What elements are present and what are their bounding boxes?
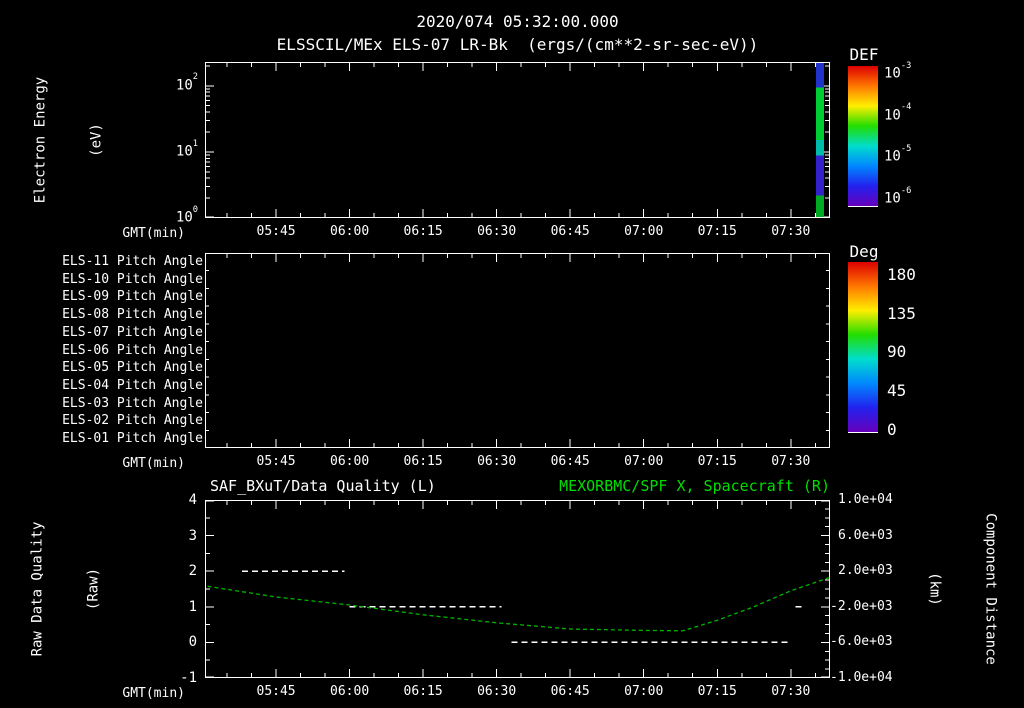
x-tick-label: 06:15 [403,684,443,699]
def-colorbar-title: DEF [849,45,879,64]
energy-tick-label: 102 [175,72,198,94]
deg-colorbar-tick-label: 180 [887,264,916,284]
pitch-row-label: ELS-07 Pitch Angle [62,324,203,340]
pitch-row-label: ELS-09 Pitch Angle [62,289,203,305]
timestamp: 2020/074 05:32:00.000 [416,12,619,31]
x-tick-label: 05:45 [256,454,296,469]
gmt-axis-label-2: GMT(min) [122,456,185,471]
def-colorbar [848,66,878,207]
quality-tick-label: -1 [180,670,197,686]
x-tick-label: 06:30 [477,224,517,239]
deg-colorbar-tick-label: 0 [887,419,897,439]
x-tick-label: 07:15 [697,454,737,469]
electron-energy-axis-label: Electron Energy (eV) [0,77,145,203]
distance-tick-label: 6.0e+03 [838,527,893,543]
quality-distance-panel [205,500,830,678]
def-colorbar-tick-label: 10-3 [884,60,912,82]
energy-tick-label: 101 [175,138,198,160]
def-colorbar-tick-label: 10-5 [884,144,912,166]
deg-colorbar [848,262,878,433]
x-tick-label: 06:15 [403,224,443,239]
deg-colorbar-tick-label: 135 [887,303,916,323]
distance-tick-label: -1.0e+04 [830,670,893,685]
quality-series-title: SAF_BXuT/Data Quality (L) [210,477,436,495]
axis-label-line: (eV) [88,123,105,157]
def-colorbar-tick-label: 10-6 [884,185,912,207]
x-tick-label: 06:00 [330,454,370,469]
pitch-row-label: ELS-05 Pitch Angle [62,360,203,376]
distance-tick-label: -2.0e+03 [830,598,893,614]
axis-label-line: Raw Data Quality [29,521,46,657]
pitch-angle-panel [205,253,830,448]
x-tick-label: 07:30 [771,454,811,469]
axis-label-line: Electron Energy [32,76,49,204]
energy-tick-label: 100 [175,204,198,226]
spacecraft-series-title: MEXORBMC/SPF X, Spacecraft (R) [559,477,830,495]
x-tick-label: 05:45 [256,684,296,699]
x-tick-label: 07:00 [624,454,664,469]
pitch-row-label: ELS-03 Pitch Angle [62,395,203,411]
x-tick-label: 06:45 [550,224,590,239]
x-tick-label: 06:30 [477,684,517,699]
x-tick-label: 07:30 [771,224,811,239]
pitch-row-label: ELS-06 Pitch Angle [62,342,203,358]
x-tick-label: 07:15 [697,224,737,239]
x-tick-label: 07:15 [697,684,737,699]
quality-tick-label: 4 [188,492,197,508]
pitch-row-label: ELS-10 Pitch Angle [62,271,203,287]
x-tick-label: 07:00 [624,224,664,239]
gmt-axis-label-3: GMT(min) [122,686,185,701]
els-quicklook-screen: 2020/074 05:32:00.000 ELSSCIL/MEx ELS-07… [0,0,1024,708]
quality-tick-label: 3 [188,527,197,544]
axis-label-line: (Raw) [85,567,102,611]
pitch-row-label: ELS-02 Pitch Angle [62,413,203,429]
quality-tick-label: 2 [188,563,197,580]
x-tick-label: 06:30 [477,454,517,469]
x-tick-label: 06:15 [403,454,443,469]
pitch-row-label: ELS-11 Pitch Angle [62,253,203,269]
distance-tick-label: 2.0e+03 [838,563,893,579]
x-tick-label: 06:00 [330,224,370,239]
pitch-row-label: ELS-01 Pitch Angle [62,431,203,447]
distance-tick-label: -6.0e+03 [830,634,893,650]
x-tick-label: 06:45 [550,684,590,699]
quality-tick-label: 1 [188,598,197,615]
x-tick-label: 07:30 [771,684,811,699]
spectrogram-panel [205,62,830,218]
deg-colorbar-tick-label: 90 [887,342,907,362]
axis-label-line: (km) [926,572,943,606]
raw-data-quality-axis-label: Raw Data Quality (Raw) [0,522,142,657]
gmt-axis-label-1: GMT(min) [122,226,185,241]
def-colorbar-tick-label: 10-4 [884,102,912,124]
deg-colorbar-title: Deg [849,242,879,261]
x-tick-label: 06:00 [330,684,370,699]
distance-tick-label: 1.0e+04 [838,492,893,507]
x-tick-label: 06:45 [550,454,590,469]
pitch-row-label: ELS-08 Pitch Angle [62,307,203,323]
deg-colorbar-tick-label: 45 [887,381,907,401]
axis-label-line: Component Distance [982,513,999,665]
pitch-row-label: ELS-04 Pitch Angle [62,377,203,393]
x-tick-label: 05:45 [256,224,296,239]
x-tick-label: 07:00 [624,684,664,699]
plot-title: ELSSCIL/MEx ELS-07 LR-Bk (ergs/(cm**2-sr… [276,35,759,54]
component-distance-axis-label: Component Distance (km) [886,513,1024,665]
quality-tick-label: 0 [188,634,197,651]
